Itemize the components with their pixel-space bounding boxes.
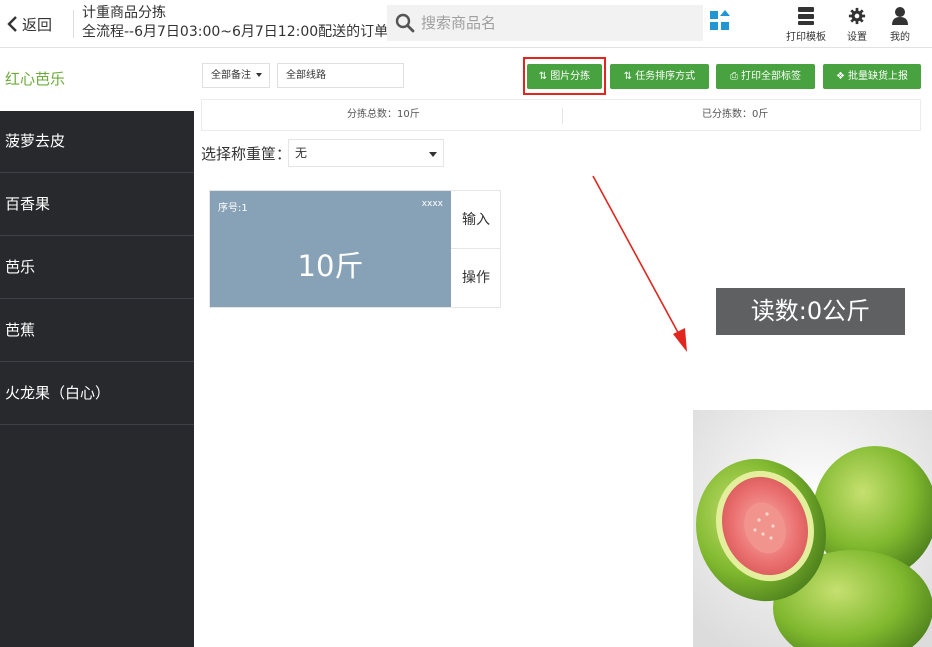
sort-icon: ⇅ (623, 71, 633, 82)
task-order-label: 任务排序方式 (635, 71, 696, 82)
annotation-highlight-box (523, 57, 606, 95)
server-icon (798, 7, 814, 25)
sidebar-item-guava[interactable]: 芭乐 (0, 236, 194, 299)
back-button[interactable]: 返回 (6, 12, 52, 36)
caret-down-icon (256, 73, 263, 77)
sidebar-item-pineapple[interactable]: 菠萝去皮 (0, 110, 194, 173)
top-header: 返回 计重商品分拣 全流程--6月7日03:00~6月7日12:00配送的订单 … (0, 0, 932, 48)
gear-icon (848, 7, 866, 25)
sidebar-item-plantain[interactable]: 芭蕉 (0, 299, 194, 362)
report-icon: ❖ (836, 71, 845, 82)
profile-label: 我的 (890, 32, 910, 43)
scale-basket-label: 选择称重筐： (201, 145, 292, 163)
switch-view-icon[interactable] (709, 10, 731, 32)
caret-down-icon (429, 152, 437, 157)
sidebar-item-dragon-fruit[interactable]: 火龙果（白心） (0, 362, 194, 425)
page-title-line1: 计重商品分拣 (82, 5, 166, 21)
task-order-button[interactable]: ⇅ 任务排序方式 (610, 64, 709, 89)
settings-tool[interactable]: 设置 (835, 6, 879, 44)
settings-label: 设置 (847, 32, 867, 43)
guava-image (693, 410, 932, 647)
sidebar-item-passion-fruit[interactable]: 百香果 (0, 173, 194, 236)
annotation-arrow (592, 175, 687, 352)
sort-total: 分拣总数：10斤 (347, 109, 420, 120)
chevron-left-icon (7, 16, 17, 32)
task-code: xxxx (421, 199, 443, 209)
totals-bar: 分拣总数：10斤 已分拣数：0斤 (201, 99, 921, 131)
remarks-filter-dropdown[interactable]: 全部备注 (202, 63, 270, 88)
totals-divider (562, 108, 563, 124)
sidebar-item-red-guava[interactable]: 红心芭乐 (0, 48, 194, 111)
routes-filter-dropdown[interactable]: 全部线路 (277, 63, 404, 88)
task-seq: 序号:1 (218, 203, 248, 214)
back-label: 返回 (22, 15, 53, 34)
scale-basket-select[interactable]: 无 (288, 139, 444, 167)
operate-button[interactable]: 操作 (451, 249, 501, 307)
print-template-tool[interactable]: 打印模板 (784, 6, 828, 44)
task-card-body[interactable]: 序号:1 xxxx 10斤 (210, 191, 451, 307)
header-divider (73, 10, 74, 38)
search-input[interactable] (421, 14, 691, 32)
task-card: 序号:1 xxxx 10斤 输入 操作 (209, 190, 501, 308)
user-icon (892, 7, 908, 25)
task-weight: 10斤 (297, 249, 364, 283)
print-template-label: 打印模板 (786, 32, 826, 43)
sorted-count: 已分拣数：0斤 (702, 109, 769, 120)
scale-reading-display: 读数:0公斤 (716, 288, 905, 335)
scale-basket-value: 无 (295, 146, 308, 160)
search-bar[interactable] (387, 5, 703, 41)
search-icon (395, 13, 415, 33)
remarks-filter-label: 全部备注 (211, 70, 251, 81)
batch-shortage-button[interactable]: ❖ 批量缺货上报 (823, 64, 921, 89)
product-image (693, 410, 932, 647)
batch-shortage-label: 批量缺货上报 (847, 71, 908, 82)
printer-icon: ⎙ (730, 71, 738, 82)
profile-tool[interactable]: 我的 (878, 6, 922, 44)
page-title-line2: 全流程--6月7日03:00~6月7日12:00配送的订单 (82, 24, 389, 40)
print-all-labels-button[interactable]: ⎙ 打印全部标签 (716, 64, 815, 89)
page-title: 计重商品分拣 全流程--6月7日03:00~6月7日12:00配送的订单 (82, 4, 388, 42)
routes-filter-label: 全部线路 (286, 70, 326, 81)
product-sidebar: 红心芭乐 菠萝去皮 百香果 芭乐 芭蕉 火龙果（白心） (0, 48, 194, 647)
input-button[interactable]: 输入 (451, 191, 501, 249)
print-all-labels-label: 打印全部标签 (741, 71, 801, 82)
